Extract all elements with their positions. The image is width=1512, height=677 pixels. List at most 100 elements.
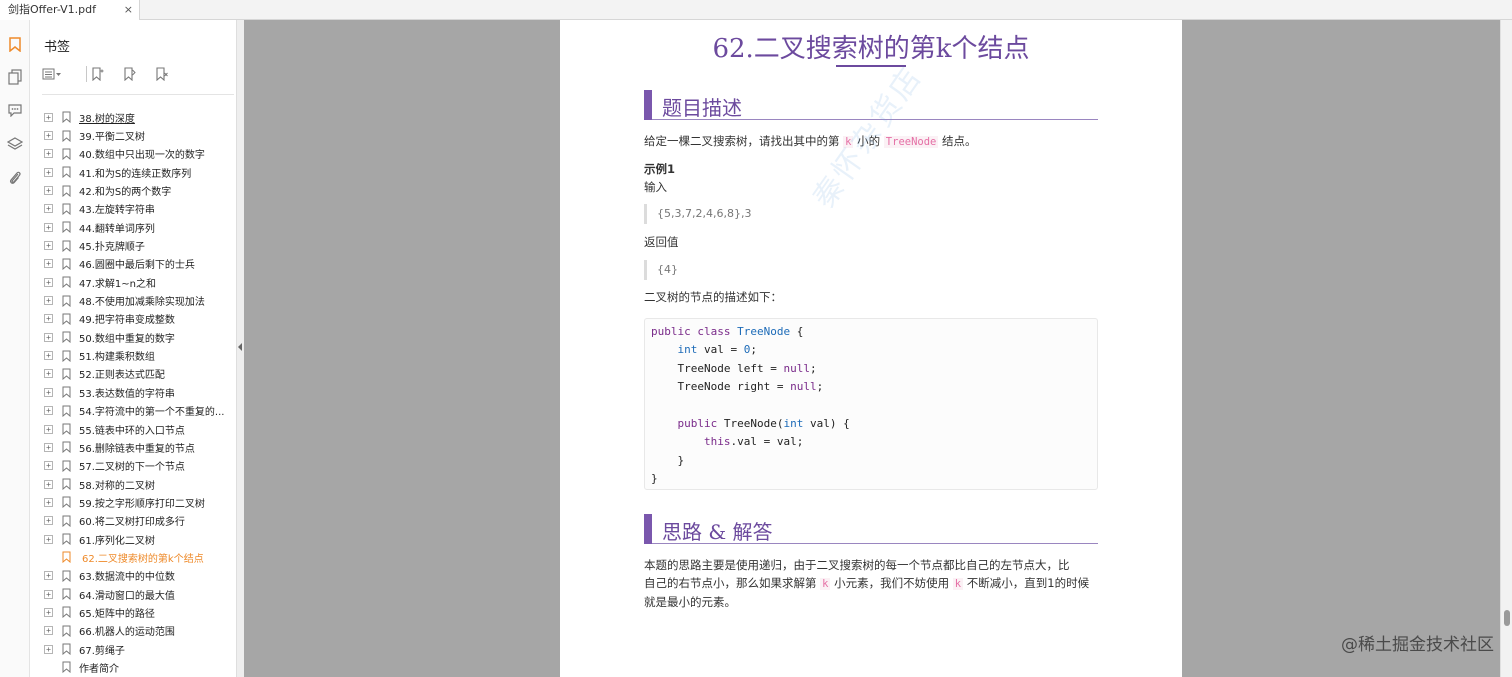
bookmark-item[interactable]: +50.数组中重复的数字	[44, 328, 234, 346]
expand-icon[interactable]: +	[44, 149, 53, 159]
expand-icon[interactable]: +	[44, 516, 53, 526]
bookmark-icon	[62, 460, 72, 472]
expand-icon[interactable]: +	[44, 369, 53, 379]
bookmark-item[interactable]: +64.滑动窗口的最大值	[44, 585, 234, 603]
expand-icon[interactable]: +	[44, 607, 53, 617]
bookmark-item[interactable]: +61.序列化二叉树	[44, 530, 234, 548]
expand-icon[interactable]: +	[44, 589, 53, 599]
expand-icon[interactable]: +	[44, 112, 53, 122]
bookmark-icon	[62, 295, 72, 307]
expand-icon[interactable]: +	[44, 644, 53, 654]
bookmark-item[interactable]: +51.构建乘积数组	[44, 346, 234, 364]
document-tab[interactable]: 剑指Offer-V1.pdf ×	[0, 0, 140, 20]
expand-icon[interactable]: +	[44, 259, 53, 269]
bookmark-item[interactable]: +46.圆圈中最后剩下的士兵	[44, 255, 234, 273]
expand-icon[interactable]: +	[44, 131, 53, 141]
code-token: .val = val;	[730, 435, 804, 449]
bookmark-item[interactable]: +40.数组中只出现一次的数字	[44, 145, 234, 163]
expand-icon[interactable]: +	[44, 351, 53, 361]
bookmark-item[interactable]: +60.将二叉树打印成多行	[44, 512, 234, 530]
bookmark-item[interactable]: +57.二叉树的下一个节点	[44, 457, 234, 475]
bookmark-item[interactable]: +55.链表中环的入口节点	[44, 420, 234, 438]
bookmark-item[interactable]: +56.删除链表中重复的节点	[44, 438, 234, 456]
bookmark-item[interactable]: +66.机器人的运动范围	[44, 622, 234, 640]
code-token: }	[651, 453, 685, 467]
bookmark-item[interactable]: +41.和为S的连续正数序列	[44, 163, 234, 181]
attachment-icon[interactable]	[7, 170, 23, 186]
expand-icon[interactable]: +	[44, 204, 53, 214]
bookmark-item[interactable]: 62.二叉搜索树的第k个结点	[44, 548, 234, 566]
bookmark-item[interactable]: +67.剪绳子	[44, 640, 234, 658]
bookmark-icon[interactable]	[7, 36, 23, 52]
expand-icon[interactable]: +	[44, 167, 53, 177]
layers-icon[interactable]	[7, 136, 23, 152]
expand-icon[interactable]: +	[44, 406, 53, 416]
expand-icon[interactable]: +	[44, 241, 53, 251]
expand-icon[interactable]: +	[44, 296, 53, 306]
expand-icon[interactable]: +	[44, 277, 53, 287]
expand-icon[interactable]: +	[44, 571, 53, 581]
bookmark-label: 54.字符流中的第一个不重复的...	[79, 407, 225, 419]
expand-icon[interactable]: +	[44, 479, 53, 489]
bookmark-item[interactable]: +53.表达数值的字符串	[44, 383, 234, 401]
bookmark-item[interactable]: +43.左旋转字符串	[44, 200, 234, 218]
bookmark-item[interactable]: +47.求解1~n之和	[44, 273, 234, 291]
bookmark-item[interactable]: +49.把字符串变成整数	[44, 310, 234, 328]
add-bookmark-icon[interactable]	[92, 66, 104, 82]
bookmark-item[interactable]: +65.矩阵中的路径	[44, 603, 234, 621]
code-line: this.val = val;	[651, 433, 1091, 451]
expand-icon[interactable]: +	[44, 626, 53, 636]
bookmark-item[interactable]: +48.不使用加减乘除实现加法	[44, 291, 234, 309]
expand-icon	[44, 663, 53, 672]
collapse-panel-icon[interactable]	[236, 340, 244, 354]
bookmark-panel: 书签 +38.树的深度 +39.平衡二叉树 +40.数组中只出现一次的数字 +41.和…	[30, 20, 236, 677]
solution-line: 本题的思路主要是使用递归，由于二叉搜索树的每一个节点都比自己的左节点大，比	[644, 558, 1070, 572]
bookmark-label: 44.翻转单词序列	[79, 223, 155, 235]
bookmark-item[interactable]: +52.正则表达式匹配	[44, 365, 234, 383]
bookmark-label: 48.不使用加减乘除实现加法	[79, 297, 205, 309]
bookmark-label: 50.数组中重复的数字	[79, 333, 175, 345]
bookmark-icon	[62, 185, 72, 197]
expand-icon[interactable]: +	[44, 186, 53, 196]
expand-icon[interactable]: +	[44, 314, 53, 324]
bookmark-icon	[62, 551, 72, 564]
desc-text: 给定一棵二叉搜索树，请找出其中的第	[644, 134, 840, 148]
expand-icon[interactable]: +	[44, 534, 53, 544]
close-icon[interactable]: ×	[124, 0, 133, 20]
bookmark-item[interactable]: +45.扑克牌顺子	[44, 236, 234, 254]
bookmark-item[interactable]: +38.树的深度	[44, 108, 234, 126]
code-token: val =	[697, 343, 744, 357]
bookmark-item[interactable]: +42.和为S的两个数字	[44, 181, 234, 199]
bookmark-icon	[62, 258, 72, 270]
bookmark-label: 51.构建乘积数组	[79, 352, 155, 364]
add-child-bookmark-icon[interactable]	[124, 66, 136, 82]
scrollbar-thumb[interactable]	[1504, 610, 1510, 626]
expand-icon[interactable]: +	[44, 497, 53, 507]
expand-icon[interactable]: +	[44, 387, 53, 397]
bookmark-item[interactable]: 作者简介	[44, 658, 234, 676]
bookmark-item[interactable]: +54.字符流中的第一个不重复的...	[44, 402, 234, 420]
section-heading-text: 思路 & 解答	[662, 520, 773, 544]
comment-icon[interactable]	[7, 102, 23, 118]
bookmark-item[interactable]: +59.按之字形顺序打印二叉树	[44, 493, 234, 511]
bookmark-icon	[62, 331, 72, 344]
bookmark-icon	[62, 148, 72, 160]
expand-icon[interactable]: +	[44, 442, 53, 452]
code-line: TreeNode right = null;	[651, 378, 1091, 396]
bookmark-icon	[62, 606, 72, 619]
options-menu-icon[interactable]	[42, 66, 62, 82]
expand-icon[interactable]: +	[44, 332, 53, 342]
expand-icon[interactable]: +	[44, 424, 53, 434]
delete-bookmark-icon[interactable]	[156, 66, 168, 82]
vertical-scrollbar[interactable]	[1500, 20, 1512, 677]
pages-icon[interactable]	[7, 69, 23, 85]
expand-icon[interactable]: +	[44, 222, 53, 232]
bookmark-item[interactable]: +39.平衡二叉树	[44, 126, 234, 144]
code-token: TreeNode right =	[651, 380, 791, 394]
bookmark-item[interactable]: +63.数据流中的中位数	[44, 567, 234, 585]
expand-icon[interactable]: +	[44, 461, 53, 471]
bookmark-item[interactable]: +44.翻转单词序列	[44, 218, 234, 236]
output-label: 返回值	[644, 235, 679, 249]
bookmark-item[interactable]: +58.对称的二叉树	[44, 475, 234, 493]
